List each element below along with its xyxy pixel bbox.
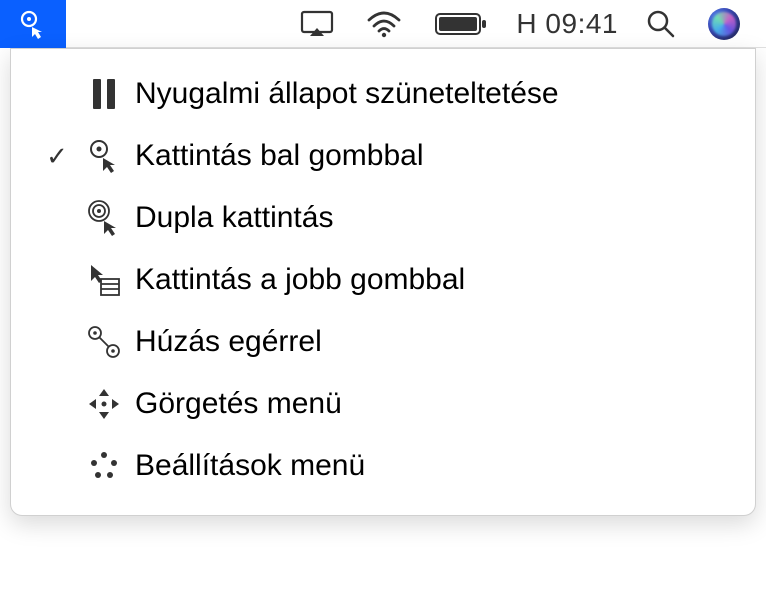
menu-item-label: Görgetés menü: [129, 387, 342, 421]
menu-item-label: Beállítások menü: [129, 449, 365, 483]
siri-icon[interactable]: [692, 0, 756, 48]
wifi-icon[interactable]: [350, 0, 418, 48]
menu-item-double-click[interactable]: Dupla kattintás: [11, 187, 755, 249]
menu-item-left-click[interactable]: ✓ Kattintás bal gombbal: [11, 125, 755, 187]
double-click-icon: [79, 199, 129, 237]
drag-icon: [79, 323, 129, 361]
menu-item-right-click[interactable]: Kattintás a jobb gombbal: [11, 249, 755, 311]
menubar: H 09:41: [0, 0, 766, 48]
right-click-icon: [79, 261, 129, 299]
menu-item-pause[interactable]: Nyugalmi állapot szüneteltetése: [11, 63, 755, 125]
menu-item-options[interactable]: Beállítások menü: [11, 435, 755, 497]
search-icon[interactable]: [630, 0, 692, 48]
menu-item-label: Nyugalmi állapot szüneteltetése: [129, 77, 559, 111]
menu-item-label: Dupla kattintás: [129, 201, 333, 235]
menubar-time[interactable]: H 09:41: [504, 8, 630, 40]
dwell-click-menubar-icon[interactable]: [0, 0, 66, 48]
menu-item-label: Kattintás bal gombbal: [129, 139, 424, 173]
left-click-icon: [79, 138, 129, 174]
menu-item-scroll[interactable]: Görgetés menü: [11, 373, 755, 435]
battery-icon[interactable]: [418, 0, 504, 48]
checkmark-icon: ✓: [35, 141, 79, 172]
menu-item-label: Kattintás a jobb gombbal: [129, 263, 465, 297]
scroll-icon: [79, 387, 129, 421]
airplay-icon[interactable]: [284, 0, 350, 48]
menu-item-label: Húzás egérrel: [129, 325, 322, 359]
pause-icon: [79, 77, 129, 111]
menu-item-drag[interactable]: Húzás egérrel: [11, 311, 755, 373]
options-icon: [79, 449, 129, 483]
dwell-control-dropdown: Nyugalmi állapot szüneteltetése ✓ Kattin…: [10, 48, 756, 516]
